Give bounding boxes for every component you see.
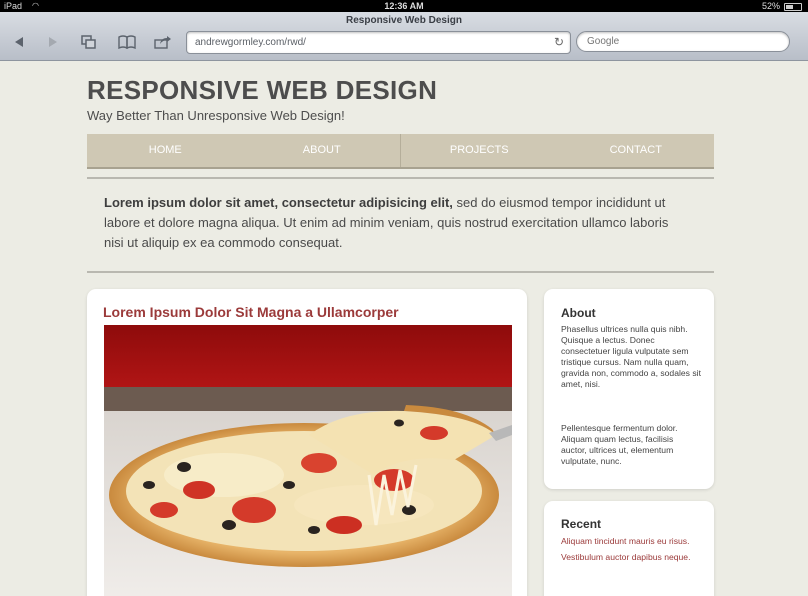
status-bar: iPad ◠ 12:36 AM 52% <box>0 0 808 12</box>
address-bar[interactable]: andrewgormley.com/rwd/ ↻ <box>186 31 571 54</box>
nav-contact[interactable]: CONTACT <box>558 134 715 167</box>
article-card: Lorem Ipsum Dolor Sit Magna a Ullamcorpe… <box>87 289 527 596</box>
back-arrow-icon[interactable] <box>8 32 30 52</box>
nav-about[interactable]: ABOUT <box>244 134 401 167</box>
about-card: About Phasellus ultrices nulla quis nibh… <box>544 289 714 489</box>
share-icon[interactable] <box>152 32 174 52</box>
about-paragraph-1: Phasellus ultrices nulla quis nibh. Quis… <box>561 324 701 389</box>
recent-links: Aliquam tincidunt mauris eu risus. Vesti… <box>561 536 701 568</box>
battery-percent: 52% <box>761 1 780 11</box>
nav-home[interactable]: HOME <box>87 134 244 167</box>
article-title[interactable]: Lorem Ipsum Dolor Sit Magna a Ullamcorpe… <box>103 304 399 320</box>
pages-icon[interactable] <box>78 32 100 52</box>
browser-toolbar: Responsive Web Design andrewgormley.com/… <box>0 12 808 61</box>
site-title: RESPONSIVE WEB DESIGN <box>87 75 438 105</box>
nav-projects[interactable]: PROJECTS <box>400 134 558 167</box>
recent-card: Recent Aliquam tincidunt mauris eu risus… <box>544 501 714 596</box>
pizza-photo <box>104 325 512 596</box>
recent-link-1[interactable]: Aliquam tincidunt mauris eu risus. <box>561 536 701 547</box>
about-paragraph-2: Pellentesque fermentum dolor. Aliquam qu… <box>561 423 678 466</box>
intro-bold: Lorem ipsum dolor sit amet, consectetur … <box>104 195 453 210</box>
about-heading: About <box>561 306 596 320</box>
intro-paragraph: Lorem ipsum dolor sit amet, consectetur … <box>104 193 684 253</box>
clock: 12:36 AM <box>384 1 424 11</box>
site-tagline: Way Better Than Unresponsive Web Design! <box>87 108 345 123</box>
reload-icon[interactable]: ↻ <box>554 32 564 53</box>
web-page: RESPONSIVE WEB DESIGN Way Better Than Un… <box>0 61 808 596</box>
browser-page-title: Responsive Web Design <box>346 15 462 26</box>
recent-link-2[interactable]: Vestibulum auctor dapibus neque. <box>561 552 701 563</box>
url-text: andrewgormley.com/rwd/ <box>195 37 306 48</box>
battery-icon <box>784 3 802 11</box>
divider <box>87 177 714 179</box>
main-nav: HOME ABOUT PROJECTS CONTACT <box>87 134 714 169</box>
forward-arrow-icon[interactable] <box>42 32 64 52</box>
ipad-screen: iPad ◠ 12:36 AM 52% Responsive Web Desig… <box>0 0 808 596</box>
search-input[interactable] <box>576 31 790 52</box>
recent-heading: Recent <box>561 517 602 531</box>
divider <box>87 271 714 273</box>
bookmarks-icon[interactable] <box>116 32 138 52</box>
